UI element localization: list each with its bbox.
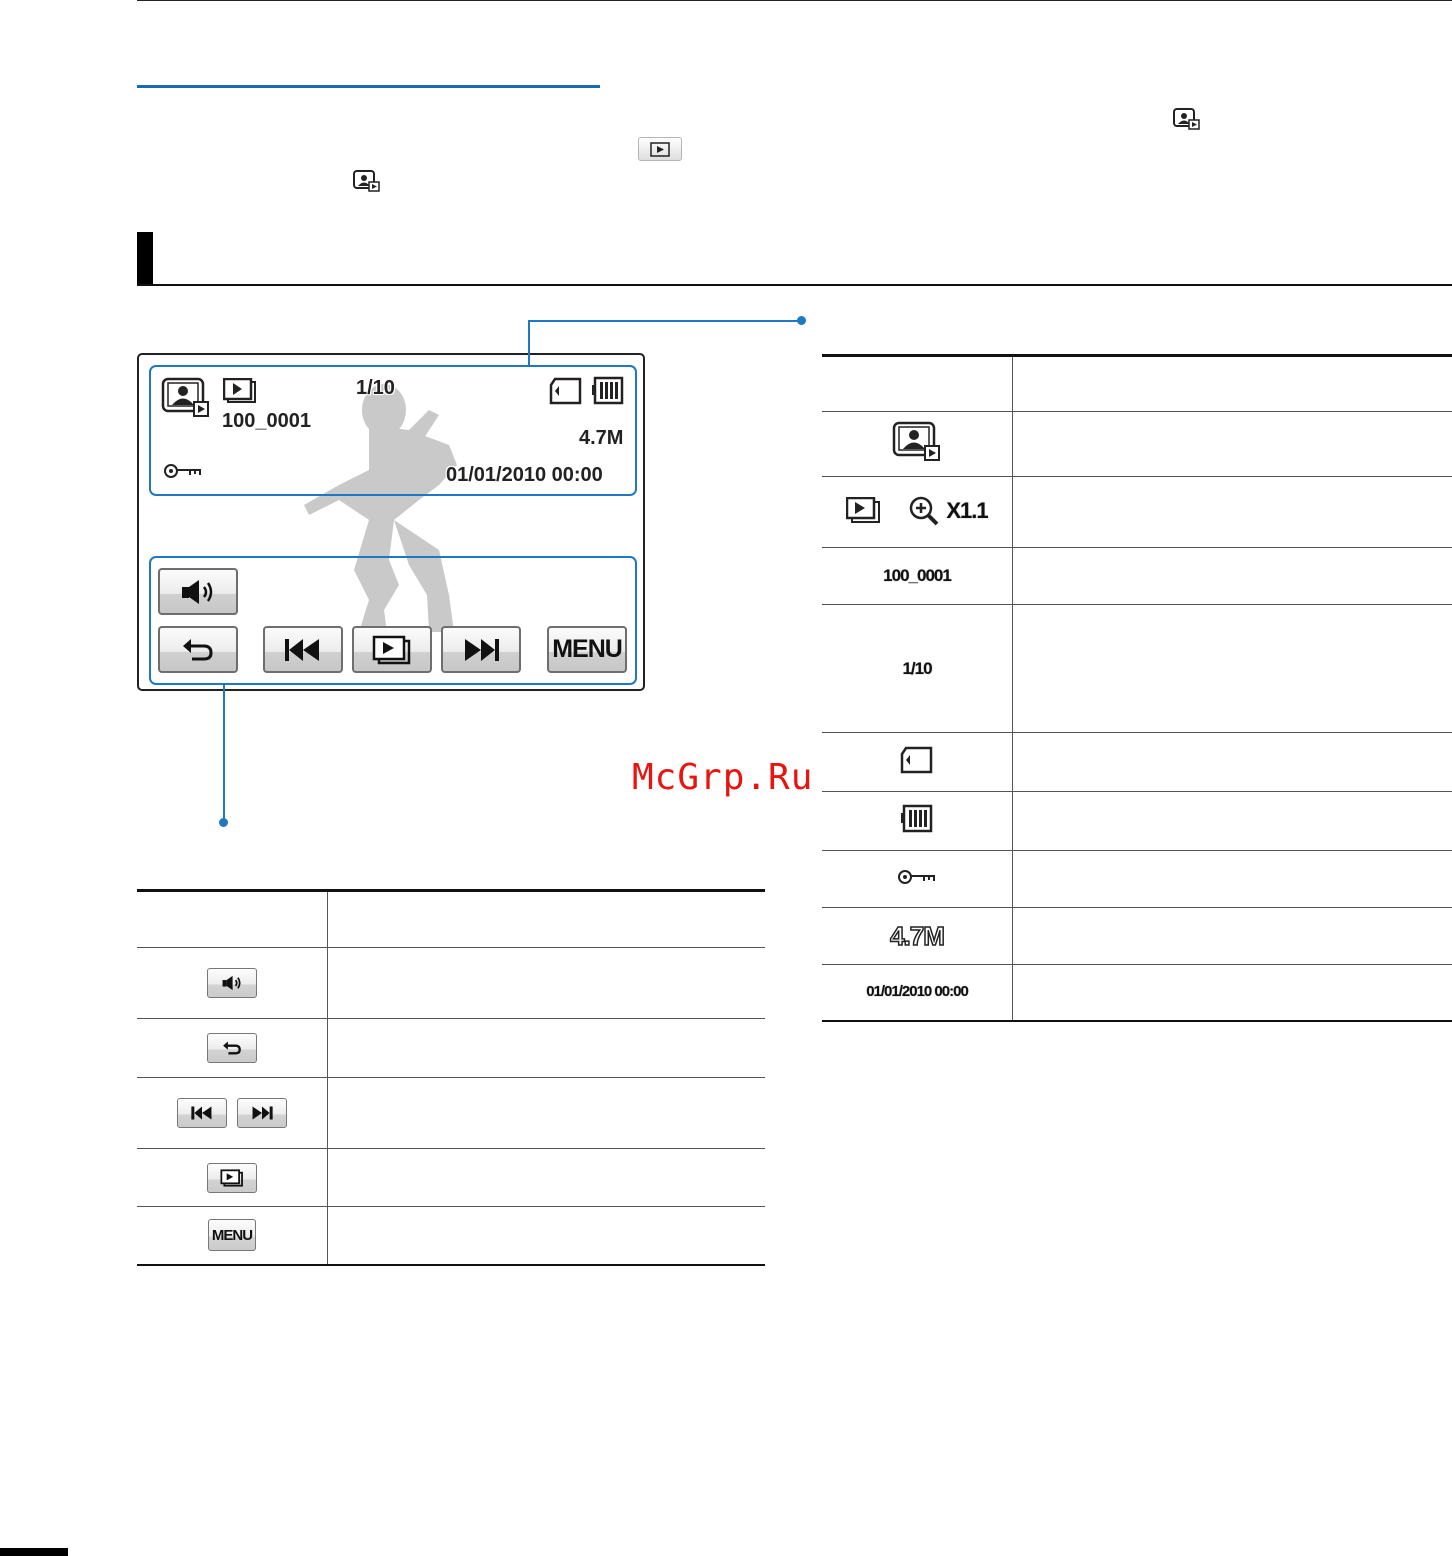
zoom-level: X1.1 <box>946 497 988 523</box>
table-row: 4.7M <box>822 907 1452 965</box>
table-row <box>822 791 1452 851</box>
skip-back-icon <box>285 638 319 661</box>
section-rule <box>137 284 1452 286</box>
section-underline <box>137 85 600 88</box>
table-row <box>137 947 765 1019</box>
slide-show-status-icon <box>222 377 259 409</box>
table-row <box>137 1077 765 1149</box>
table-header-cell <box>822 354 1013 412</box>
file-number-label: 100_0001 <box>883 566 952 585</box>
leader-line-bottom <box>223 683 225 823</box>
menu-button-label: MENU <box>211 1226 253 1244</box>
protect-key-icon <box>163 463 203 484</box>
watermark: McGrp.Ru <box>632 757 814 798</box>
leader-dot-top <box>797 316 806 325</box>
table-header-cell <box>327 889 765 948</box>
indicator-table: X1.1 100_0001 1/10 4.7M 01/01/2010 00:00 <box>822 354 1452 1022</box>
photo-mode-icon <box>1172 107 1202 131</box>
menu-button[interactable]: MENU <box>547 626 627 673</box>
table-row <box>822 850 1452 908</box>
table-row: MENU <box>137 1206 765 1266</box>
table-row <box>822 411 1452 477</box>
play-button-icon <box>638 137 682 161</box>
battery-icon <box>591 375 625 412</box>
table-row: 1/10 <box>822 604 1452 733</box>
leader-dot-bottom <box>219 818 228 827</box>
slide-show-icon <box>372 635 411 664</box>
slide-show-button-icon <box>207 1162 257 1193</box>
return-button[interactable] <box>158 626 238 673</box>
volume-button-icon <box>207 968 257 998</box>
leader-line-top-vertical <box>528 320 530 365</box>
memory-card-icon <box>900 746 933 773</box>
skip-back-button-icon <box>177 1098 227 1128</box>
next-button[interactable] <box>441 626 521 673</box>
date-time-label: 01/01/2010 00:00 <box>866 983 969 1001</box>
volume-icon <box>182 579 213 604</box>
skip-forward-button-icon <box>237 1098 287 1128</box>
table-row <box>137 1148 765 1207</box>
return-button-icon <box>207 1033 257 1063</box>
file-size: 4.7M <box>579 427 624 449</box>
page-number-bar <box>0 1548 68 1556</box>
return-icon <box>183 638 213 660</box>
lcd-screen: 1/10 100_0001 4.7M 01/01/2010 00:00 MENU <box>137 353 645 691</box>
button-table: MENU <box>137 889 765 1266</box>
table-row <box>822 732 1452 792</box>
leader-line-top-horizontal <box>528 320 802 322</box>
table-row: 01/01/2010 00:00 <box>822 964 1452 1022</box>
photo-mode-icon-2 <box>352 169 382 198</box>
table-row: 100_0001 <box>822 547 1452 605</box>
menu-button-label: MENU <box>552 635 623 663</box>
file-size-label: 4.7M <box>889 920 945 952</box>
protect-key-icon <box>898 869 935 884</box>
image-counter: 1/10 <box>356 377 395 399</box>
battery-icon <box>901 804 933 832</box>
photo-playback-mode-icon <box>892 421 940 461</box>
volume-button[interactable] <box>158 568 238 615</box>
table-header-cell <box>1012 354 1452 412</box>
photo-playback-icon <box>161 377 211 424</box>
table-header-cell <box>137 889 328 948</box>
top-rule <box>137 0 1452 1</box>
previous-button[interactable] <box>263 626 343 673</box>
slide-show-button[interactable] <box>352 626 432 673</box>
slide-show-icon <box>846 496 881 523</box>
memory-card-icon <box>549 377 583 410</box>
zoom-icon <box>910 496 939 525</box>
date-time: 01/01/2010 00:00 <box>446 464 603 486</box>
table-row: X1.1 <box>822 476 1452 548</box>
image-counter-label: 1/10 <box>902 658 932 678</box>
section-marker <box>137 232 153 285</box>
skip-forward-icon <box>465 638 499 661</box>
file-number: 100_0001 <box>222 410 311 432</box>
table-row <box>137 1018 765 1078</box>
